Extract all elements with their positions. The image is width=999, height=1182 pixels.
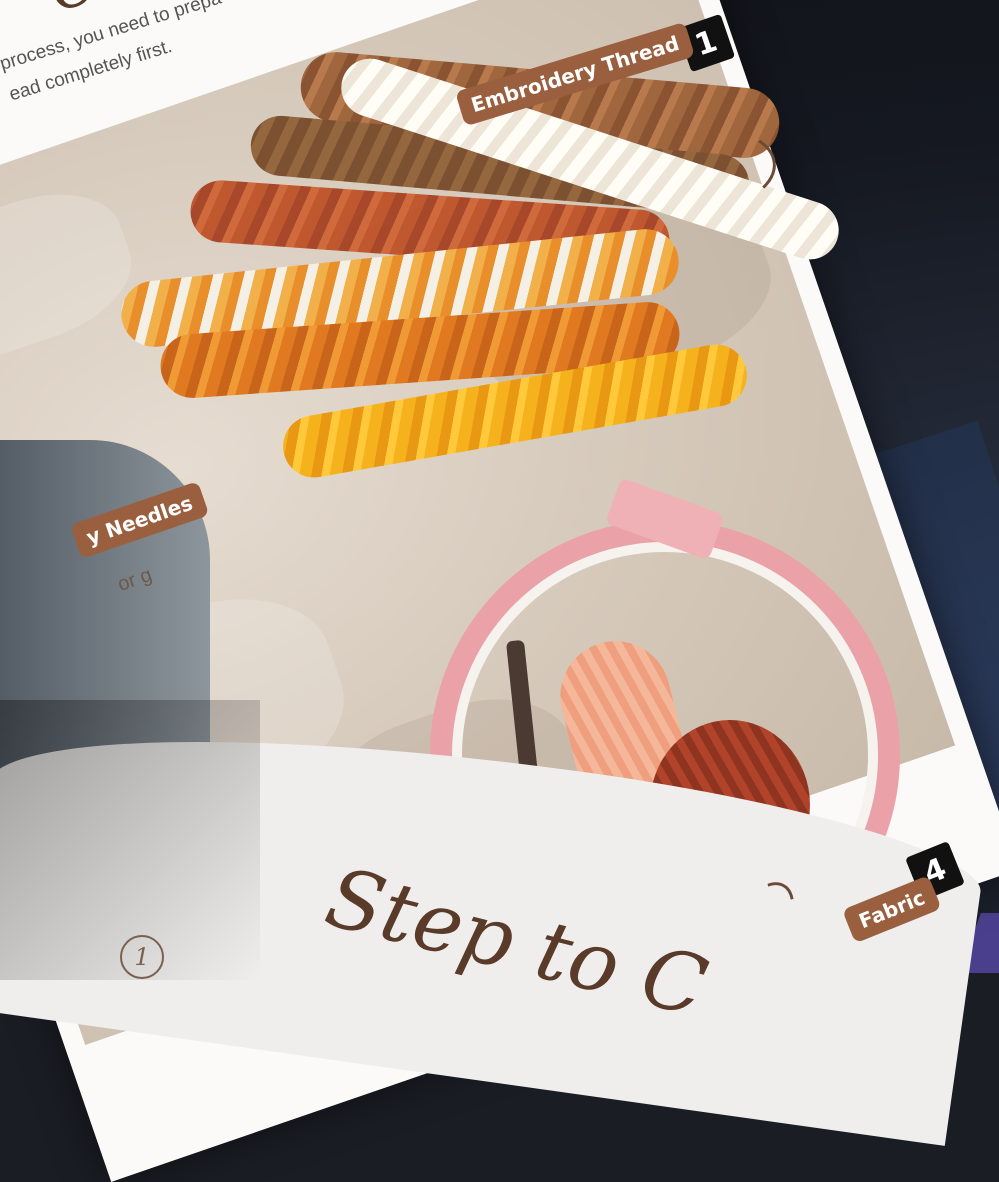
book-step-number: 1: [120, 935, 164, 979]
fabric-fold: [0, 171, 148, 383]
